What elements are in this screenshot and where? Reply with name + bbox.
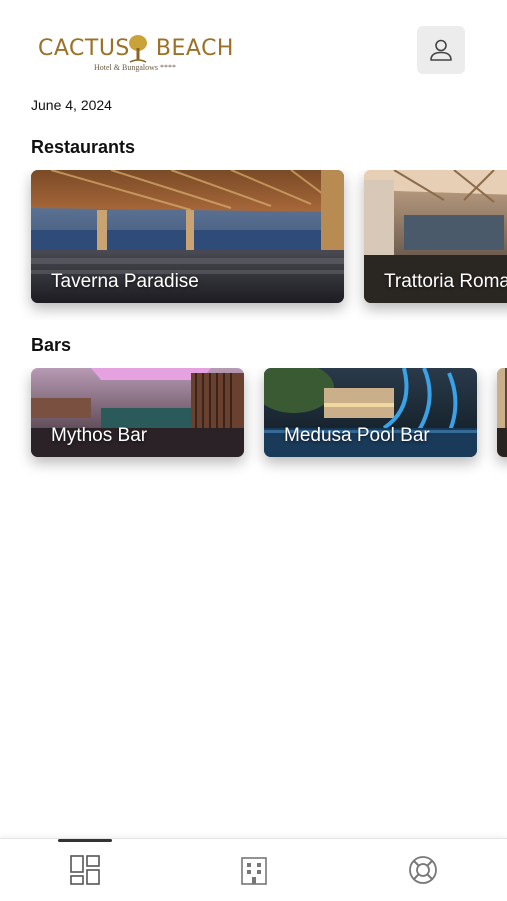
restaurants-heading: Restaurants: [31, 137, 136, 157]
restaurant-card[interactable]: Trattoria Roma: [364, 170, 507, 303]
tab-dashboard[interactable]: [0, 839, 169, 901]
building-icon: [240, 857, 267, 885]
bar-card[interactable]: Medusa Pool Bar: [264, 368, 477, 457]
profile-button[interactable]: [417, 26, 465, 74]
restaurant-card[interactable]: Taverna Paradise: [31, 170, 344, 303]
bars-heading: Bars: [31, 335, 72, 355]
restaurant-name: Trattoria Roma: [384, 271, 507, 292]
restaurants-carousel[interactable]: Taverna Paradise Trattoria Roma: [0, 170, 507, 320]
user-icon: [430, 39, 452, 61]
bottom-tab-bar: [0, 838, 507, 901]
bars-carousel[interactable]: Mythos Bar Medusa Pool Bar: [0, 368, 507, 478]
tree-logo-icon: [129, 35, 147, 63]
logo-subtitle: Hotel & Bungalows ****: [94, 63, 176, 72]
bar-name: Mythos Bar: [51, 425, 148, 446]
current-date: June 4, 2024: [31, 97, 112, 113]
cactus-beach-logo: CACTUS BEACH Hotel & Bungalows ****: [38, 35, 238, 78]
lifebuoy-icon: [408, 856, 437, 884]
bar-card[interactable]: Mythos Bar: [31, 368, 244, 457]
dashboard-icon: [69, 855, 100, 885]
logo-text-left: CACTUS: [38, 36, 130, 61]
app-header: CACTUS BEACH Hotel & Bungalows ****: [0, 0, 507, 95]
tab-hotel[interactable]: [169, 839, 338, 901]
restaurant-name: Taverna Paradise: [51, 271, 199, 292]
bar-card[interactable]: [497, 368, 507, 457]
tab-help[interactable]: [338, 839, 507, 901]
bar-photo: [497, 368, 507, 457]
bar-name: Medusa Pool Bar: [284, 425, 430, 446]
logo-text-right: BEACH: [155, 36, 234, 61]
